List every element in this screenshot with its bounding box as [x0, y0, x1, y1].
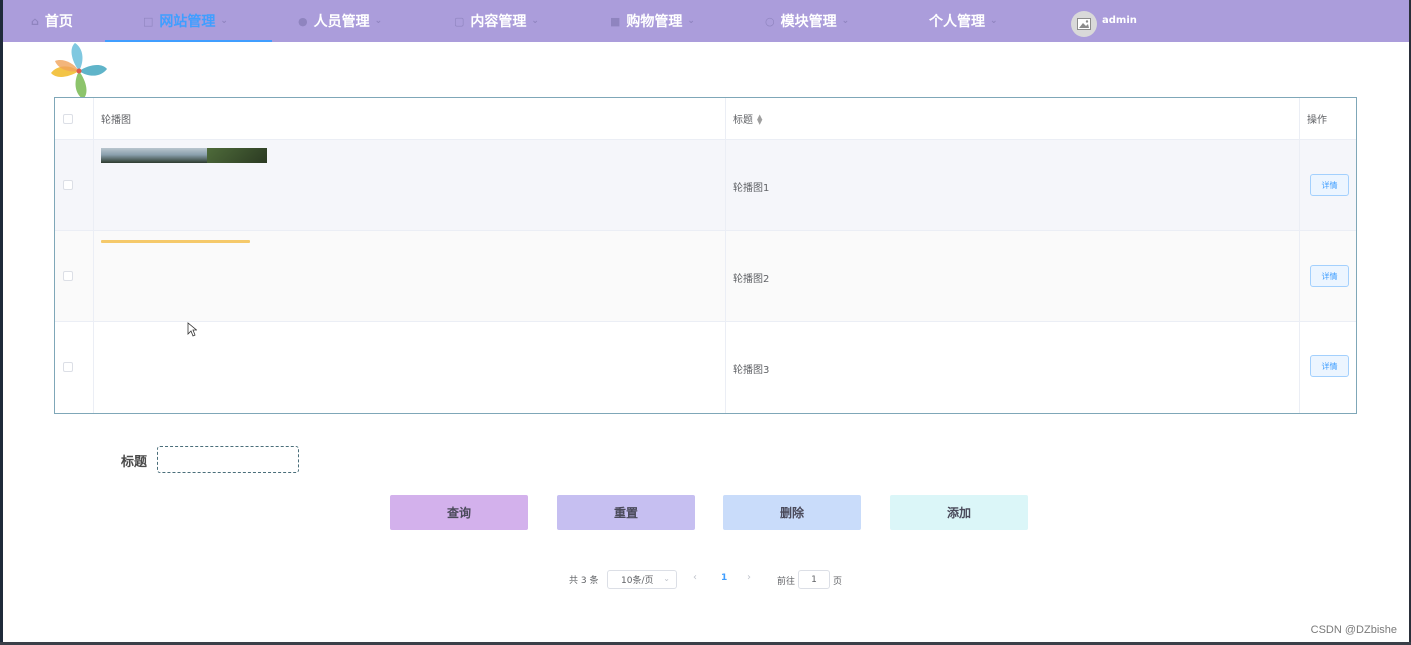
nav-item-label: 个人管理 [929, 14, 985, 30]
column-divider [93, 98, 94, 413]
page-number-current[interactable]: 1 [721, 573, 727, 583]
row-divider [55, 230, 1356, 231]
detail-button[interactable]: 详情 [1310, 174, 1349, 196]
goto-page-input[interactable] [798, 570, 830, 589]
search-title-input[interactable] [157, 446, 299, 473]
add-button[interactable]: 添加 [890, 495, 1028, 530]
row-checkbox[interactable] [63, 362, 73, 372]
carousel-thumbnail [101, 240, 250, 243]
nav-item-label: 首页 [44, 14, 73, 30]
carousel-thumbnail [101, 148, 267, 163]
detail-button[interactable]: 详情 [1310, 355, 1349, 377]
nav-item-shopping-management[interactable]: ■ 购物管理 ⌄ [610, 0, 695, 42]
nav-item-label: 模块管理 [780, 14, 837, 30]
document-icon: ▢ [454, 14, 465, 28]
goto-label: 前往 [777, 577, 796, 587]
next-page-button[interactable]: › [747, 572, 751, 583]
nav-item-personal-management[interactable]: 个人管理 ⌄ [929, 0, 998, 42]
nav-item-label: 购物管理 [626, 14, 683, 30]
watermark: CSDN @DZbishe [1310, 624, 1397, 636]
nav-item-label: 人员管理 [313, 14, 370, 30]
search-title-label: 标题 [121, 455, 148, 470]
detail-button[interactable]: 详情 [1310, 265, 1349, 287]
row-divider [55, 139, 1356, 140]
chevron-down-icon: ⌄ [990, 16, 998, 26]
bag-icon: ■ [610, 14, 621, 28]
nav-item-staff-management[interactable]: ● 人员管理 ⌄ [298, 0, 382, 42]
column-header-title-label: 标题 [733, 115, 753, 126]
monitor-icon: □ [143, 14, 154, 28]
top-navigation-bar: ⌂ 首页 □ 网站管理 ⌄ ● 人员管理 ⌄ ▢ 内容管理 ⌄ ■ 购物管理 ⌄… [3, 0, 1409, 42]
column-divider [725, 98, 726, 413]
pinwheel-logo [51, 43, 107, 99]
chevron-down-icon: ⌄ [374, 16, 383, 26]
select-all-checkbox[interactable] [63, 114, 73, 124]
chevron-down-icon: ⌄ [531, 16, 539, 26]
row-title: 轮播图2 [733, 274, 770, 285]
nav-item-home[interactable]: ⌂ 首页 [31, 0, 73, 42]
user-icon: ● [298, 14, 308, 28]
nav-item-module-management[interactable]: ○ 模块管理 ⌄ [765, 0, 849, 42]
sort-icon[interactable]: ▲ ▼ [757, 114, 762, 126]
row-divider [55, 321, 1356, 322]
chevron-down-icon: ⌄ [687, 16, 695, 26]
reset-button[interactable]: 重置 [557, 495, 695, 530]
chevron-down-icon: ⌄ [841, 16, 850, 26]
carousel-table: 轮播图 标题 ▲ ▼ 操作 轮播图1 详情 轮播图2 详情 轮播图3 详情 [54, 97, 1357, 414]
username-label[interactable]: admin [1102, 15, 1137, 26]
column-divider [1299, 98, 1300, 413]
column-header-image: 轮播图 [101, 115, 131, 126]
nav-item-label: 网站管理 [159, 14, 216, 30]
row-checkbox[interactable] [63, 180, 73, 190]
row-title: 轮播图3 [733, 365, 770, 376]
mouse-cursor-icon [187, 322, 197, 337]
query-button[interactable]: 查询 [390, 495, 528, 530]
page-size-select[interactable]: 10条/页 ⌄ [607, 570, 677, 589]
chevron-down-icon: ⌄ [663, 574, 670, 583]
nav-item-label: 内容管理 [470, 14, 527, 30]
column-header-title[interactable]: 标题 ▲ ▼ [733, 111, 762, 127]
table-row[interactable] [55, 231, 1356, 321]
chevron-down-icon: ⌄ [220, 16, 228, 26]
row-title: 轮播图1 [733, 183, 770, 194]
image-icon [1077, 18, 1091, 30]
pagination-total: 共 3 条 [569, 576, 599, 586]
prev-page-button[interactable]: ‹ [693, 572, 697, 583]
nav-item-website-management[interactable]: □ 网站管理 ⌄ [105, 0, 272, 42]
home-icon: ⌂ [31, 14, 39, 28]
page-size-value: 10条/页 [621, 576, 654, 586]
table-row[interactable] [55, 322, 1356, 413]
nav-item-content-management[interactable]: ▢ 内容管理 ⌄ [454, 0, 539, 42]
row-checkbox[interactable] [63, 271, 73, 281]
delete-button[interactable]: 删除 [723, 495, 861, 530]
page-suffix-label: 页 [833, 577, 843, 587]
window-left-edge [0, 0, 3, 645]
chat-icon: ○ [765, 14, 775, 28]
avatar[interactable] [1071, 11, 1097, 37]
column-header-action: 操作 [1307, 115, 1327, 126]
